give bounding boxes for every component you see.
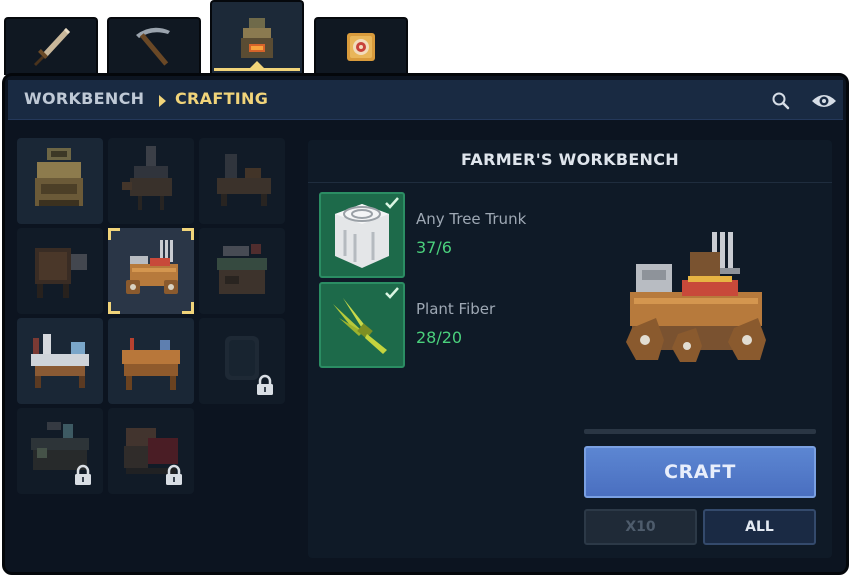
carpentry-bench-icon [122, 338, 180, 390]
ingredient-count: 28/20 [416, 328, 463, 347]
craft-x10-button[interactable]: X10 [584, 509, 697, 545]
ingredient-tree-trunk[interactable] [319, 192, 405, 278]
tinker-bench-icon [217, 154, 271, 206]
ingredient-name: Plant Fiber [416, 300, 496, 318]
recipe-basic-workbench[interactable] [17, 138, 103, 224]
forge-icon [122, 146, 172, 210]
tab-target[interactable] [314, 17, 408, 75]
check-icon [385, 287, 399, 299]
lock-icon [166, 464, 182, 485]
check-icon [385, 197, 399, 209]
eye-icon [812, 95, 836, 107]
recipe-tinker-bench[interactable] [199, 138, 285, 224]
recipe-locked-1[interactable] [199, 318, 285, 404]
pickaxe-icon [136, 27, 170, 66]
view-toggle-button[interactable] [810, 90, 838, 112]
search-icon [772, 92, 790, 110]
selection-corner [182, 302, 194, 314]
recipe-alchemy-table[interactable] [17, 318, 103, 404]
sword-icon [34, 28, 70, 66]
alchemy-table-icon [31, 334, 89, 388]
tab-tools[interactable] [107, 17, 201, 75]
recipe-carpentry-bench[interactable] [108, 318, 194, 404]
title-bar: WORKBENCH CRAFTING [8, 80, 843, 120]
target-icon [347, 33, 375, 61]
recipe-forge[interactable] [108, 138, 194, 224]
ingredient-count: 37/6 [416, 238, 452, 257]
tab-weapons[interactable] [4, 17, 98, 75]
workbench-icon [241, 17, 273, 58]
breadcrumb-separator-icon [159, 95, 166, 107]
loom-icon [35, 248, 87, 298]
selection-corner [108, 228, 120, 240]
recipe-title: FARMER'S WORKBENCH [461, 150, 679, 169]
recipe-farmers-workbench[interactable] [108, 228, 194, 314]
craft-progress-bar [584, 429, 816, 434]
ingredient-name: Any Tree Trunk [416, 210, 527, 228]
recipe-locked-3[interactable] [108, 408, 194, 494]
recipe-locked-2[interactable] [17, 408, 103, 494]
breadcrumb-workbench[interactable]: WORKBENCH [24, 89, 144, 108]
tab-workbench[interactable] [210, 0, 304, 73]
recipe-loom[interactable] [17, 228, 103, 314]
lock-icon [75, 464, 91, 485]
recipe-detail-panel: FARMER'S WORKBENCH Any Tree Trunk 37/6 P… [308, 140, 832, 558]
ingredient-plant-fiber[interactable] [319, 282, 405, 368]
basic-workbench-icon [35, 148, 83, 206]
crafting-window: WORKBENCH CRAFTING FARMER'S WORKBENCH An… [2, 73, 849, 575]
cooking-station-icon [217, 244, 267, 294]
search-button[interactable] [769, 90, 793, 112]
breadcrumb-crafting: CRAFTING [175, 89, 269, 108]
divider [308, 182, 832, 183]
farmers-workbench-preview [626, 232, 766, 362]
selection-corner [108, 302, 120, 314]
craft-all-button[interactable]: ALL [703, 509, 816, 545]
recipe-cooking-station[interactable] [199, 228, 285, 314]
lock-icon [257, 374, 273, 395]
craft-button[interactable]: CRAFT [584, 446, 816, 498]
selection-corner [182, 228, 194, 240]
